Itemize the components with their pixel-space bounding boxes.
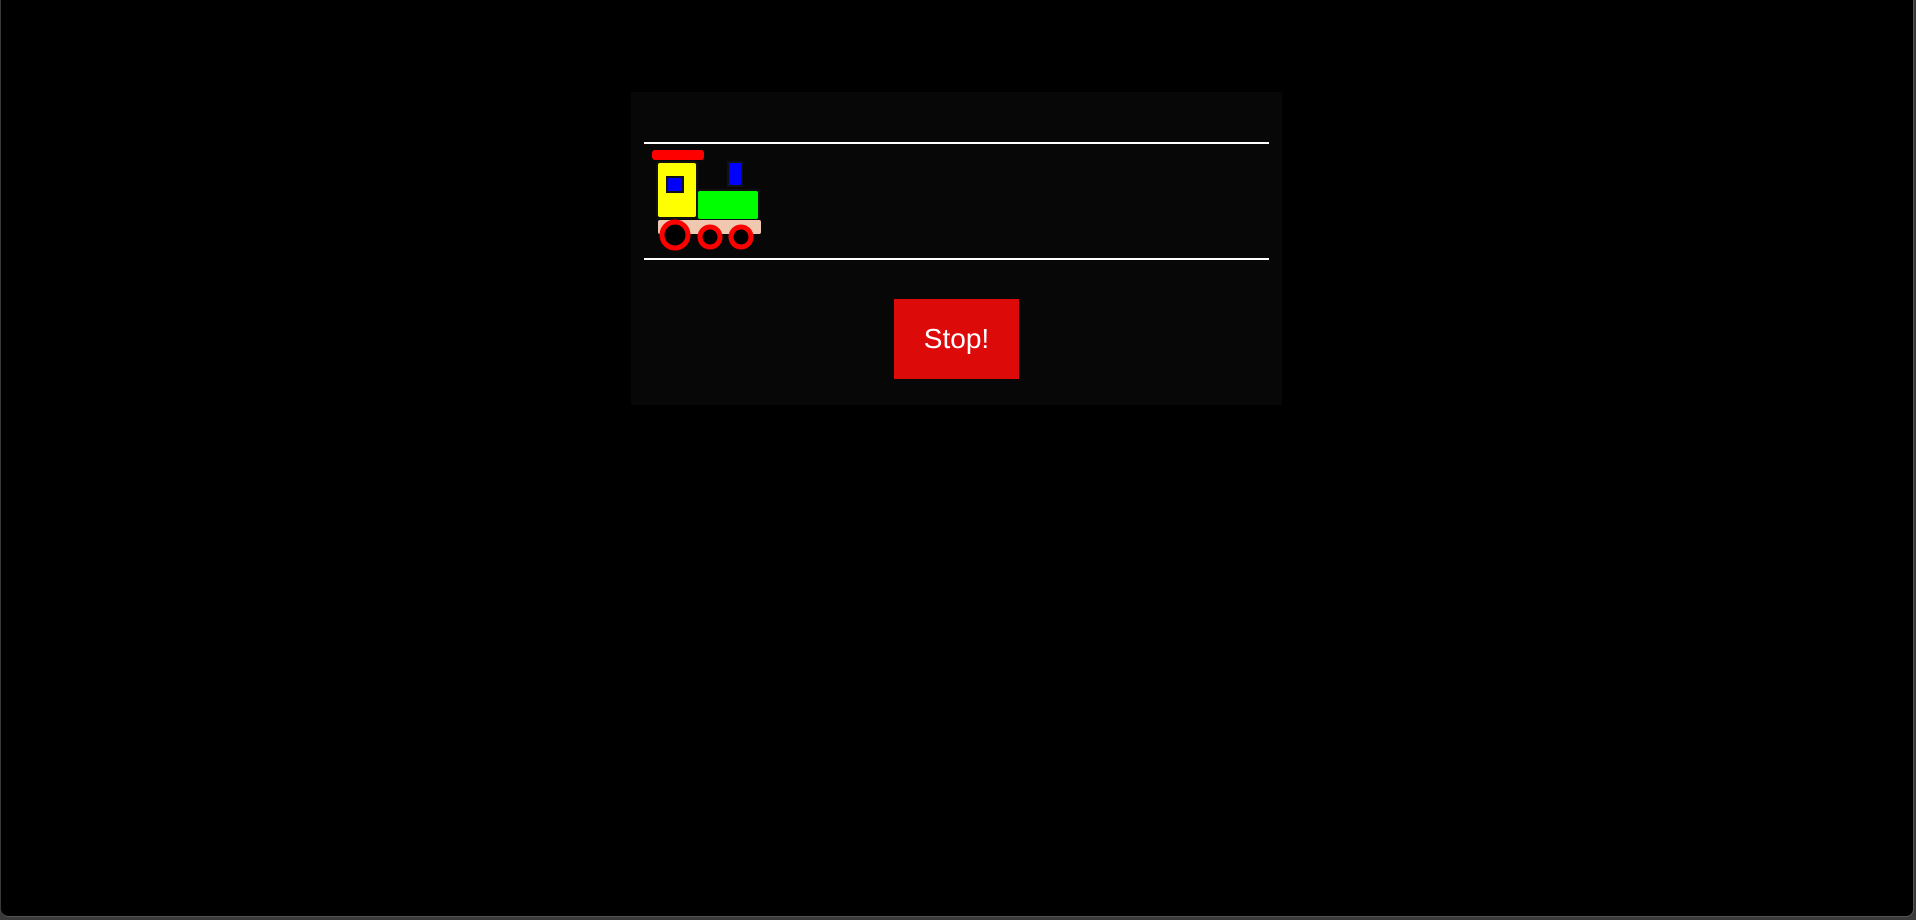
train-track — [644, 142, 1269, 260]
train-panel: Stop! — [631, 92, 1282, 405]
app-window: Stop! — [1, 0, 1914, 917]
stop-button[interactable]: Stop! — [894, 299, 1019, 379]
train-icon — [652, 150, 764, 254]
